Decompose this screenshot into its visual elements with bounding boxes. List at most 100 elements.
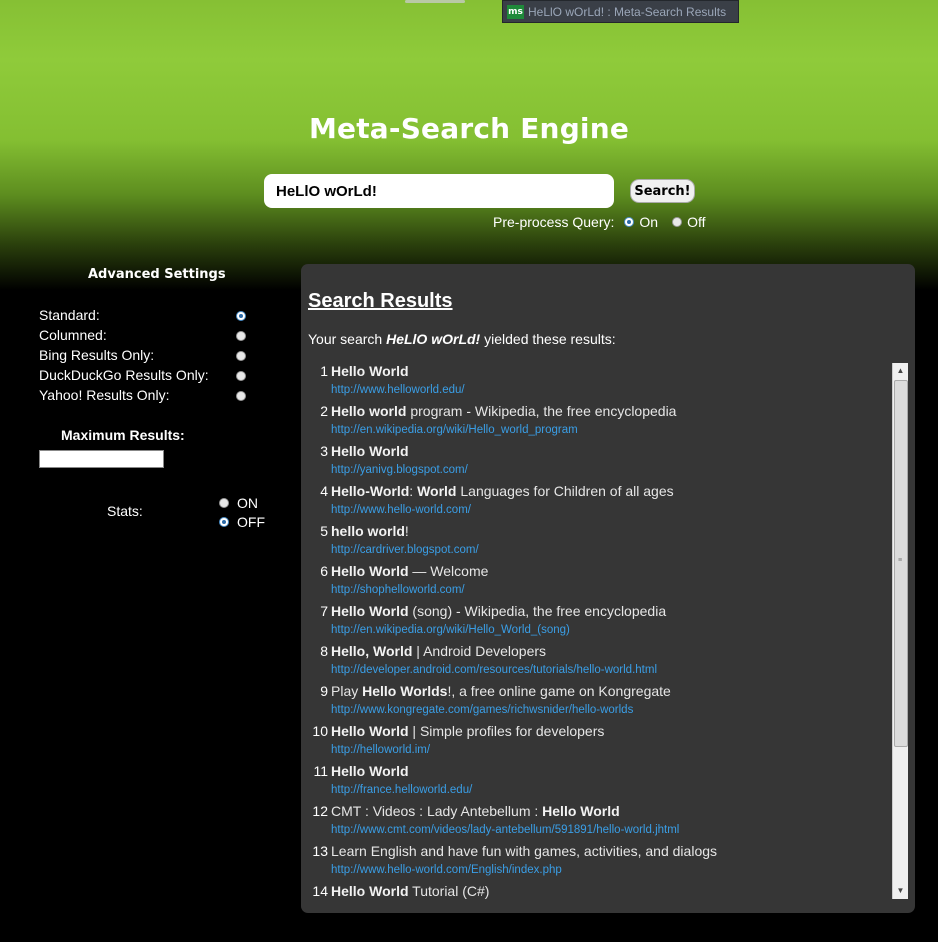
result-title-link[interactable]: Hello World | Simple profiles for develo… [331,723,604,739]
result-title-link[interactable]: Hello World Tutorial (C#) [331,883,489,899]
advanced-settings-title: Advanced Settings [88,267,226,282]
max-results-title: Maximum Results: [61,427,185,443]
result-item: 11 Hello World http://france.helloworld.ed… [308,763,890,803]
stats-on-option[interactable]: ON [219,495,258,511]
result-title-bold: Hello World [331,883,409,899]
result-url-link[interactable]: http://developer.android.com/resources/t… [331,664,657,676]
result-url-link[interactable]: http://cardriver.blogspot.com/ [331,544,479,556]
result-title-bold: Hello World [331,603,409,619]
max-results-input[interactable] [39,450,164,468]
result-url-link[interactable]: http://france.helloworld.edu/ [331,784,472,796]
summary-query: HeLlO wOrLd! [386,331,481,347]
result-number: 4 [320,483,328,499]
option-columned-radio[interactable] [236,331,246,341]
result-item: 7 Hello World (song) - Wikipedia, the fre… [308,603,890,643]
result-title-link[interactable]: Learn English and have fun with games, a… [331,843,717,859]
result-title-link[interactable]: Hello, World | Android Developers [331,643,546,659]
result-url-link[interactable]: http://helloworld.im/ [331,744,430,756]
result-title-rest: | Android Developers [412,643,547,659]
results-scrollbar[interactable]: ▲ ≡ ▼ [892,363,908,899]
result-item: 4 Hello-World: World Languages for Childr… [308,483,890,523]
toolbar-fragment [405,0,465,3]
result-title-link[interactable]: Hello World (song) - Wikipedia, the free… [331,603,666,619]
result-number: 1 [320,363,328,379]
result-item: 5 hello world! http://cardriver.blogspot.c… [308,523,890,563]
result-url-link[interactable]: http://en.wikipedia.org/wiki/Hello_world… [331,424,578,436]
result-item: 6 Hello World — Welcome http://shophellowo… [308,563,890,603]
result-title-link[interactable]: hello world! [331,523,409,539]
result-title-rest: — Welcome [408,563,489,579]
result-url-link[interactable]: http://en.wikipedia.org/wiki/Hello_World… [331,624,570,636]
result-url-link[interactable]: http://www.cmt.com/videos/lady-antebellu… [331,824,679,836]
result-title-rest: program - Wikipedia, the free encycloped… [406,403,677,419]
result-title-link[interactable]: Hello world program - Wikipedia, the fre… [331,403,676,419]
option-standard-radio[interactable] [236,311,246,321]
result-title-rest: Tutorial (C#) [408,883,490,899]
scroll-up-icon[interactable]: ▲ [893,363,908,379]
result-number: 2 [320,403,328,419]
result-title-link[interactable]: Hello World [331,763,409,779]
option-duckduckgo-radio[interactable] [236,371,246,381]
result-number: 10 [312,723,328,739]
result-url-link[interactable]: http://www.kongregate.com/games/richwsni… [331,704,633,716]
results-list: 1 Hello World http://www.helloworld.edu/2 H… [308,363,890,899]
preprocess-off-label: Off [687,214,706,230]
result-title-bold: Hello, World [331,643,413,659]
result-url-link[interactable]: http://shophelloworld.com/ [331,584,465,596]
result-title-bold: Hello World [331,563,409,579]
result-url-link[interactable]: http://www.helloworld.edu/ [331,384,465,396]
preprocess-on-radio[interactable] [624,217,635,227]
stats-on-label: ON [237,495,258,511]
result-title-bold: Hello world [331,403,407,419]
scroll-down-icon[interactable]: ▼ [893,883,908,899]
result-title-bold: Hello-World [331,483,410,499]
result-url-link[interactable]: http://www.hello-world.com/English/index… [331,864,562,876]
stats-off-option[interactable]: OFF [219,514,265,530]
browser-tab[interactable]: ms HeLlO wOrLd! : Meta-Search Results [502,0,739,23]
search-button[interactable]: Search! [630,179,695,203]
result-title-bold-2: World [417,483,457,499]
summary-suffix: yielded these results: [480,331,616,347]
result-item: 10 Hello World | Simple profiles for deve… [308,723,890,763]
result-title-link[interactable]: Play Hello Worlds!, a free online game o… [331,683,671,699]
option-bing-label: Bing Results Only: [39,347,155,363]
result-number: 7 [320,603,328,619]
stats-off-radio[interactable] [219,517,229,527]
result-title-bold: Hello World [331,443,409,459]
result-title-link[interactable]: Hello World [331,443,409,459]
result-item: 3 Hello World http://yanivg.blogspot.com/ [308,443,890,483]
result-number: 12 [312,803,328,819]
result-title-link[interactable]: Hello-World: World Languages for Childre… [331,483,674,499]
scroll-thumb[interactable]: ≡ [894,380,908,747]
result-url-link[interactable]: http://www.hello-world.com/ [331,504,471,516]
stats-on-radio[interactable] [219,498,229,508]
result-url-link[interactable]: http://yanivg.blogspot.com/ [331,464,468,476]
option-yahoo-radio[interactable] [236,391,246,401]
preprocess-off-radio[interactable] [672,217,683,227]
result-number: 11 [313,763,328,779]
result-title-rest: !, a free online game on Kongregate [447,683,671,699]
result-item: 1 Hello World http://www.helloworld.edu/ [308,363,890,403]
result-title-link[interactable]: Hello World — Welcome [331,563,488,579]
result-title-link[interactable]: Hello World [331,363,409,379]
result-title-mid: : [409,483,418,499]
result-title-rest: ! [404,523,409,539]
result-title-link[interactable]: CMT : Videos : Lady Antebellum : Hello W… [331,803,620,819]
result-title-bold: Hello World [331,763,409,779]
result-number: 6 [320,563,328,579]
tab-title: HeLlO wOrLd! : Meta-Search Results [528,4,727,19]
option-bing-radio[interactable] [236,351,246,361]
result-number: 9 [320,683,328,699]
result-item: 2 Hello world program - Wikipedia, the fr… [308,403,890,443]
result-title-bold: hello world [331,523,405,539]
option-yahoo-label: Yahoo! Results Only: [39,387,170,403]
search-input[interactable] [264,174,614,208]
result-item: 9 Play Hello Worlds!, a free online game … [308,683,890,723]
result-number: 3 [320,443,328,459]
preprocess-label: Pre-process Query: [493,214,615,230]
result-title-prefix: Play [331,683,363,699]
result-number: 5 [320,523,328,539]
summary-prefix: Your search [308,331,387,347]
result-item: 12 CMT : Videos : Lady Antebellum : Hello… [308,803,890,843]
result-title-rest: Languages for Children of all ages [456,483,674,499]
